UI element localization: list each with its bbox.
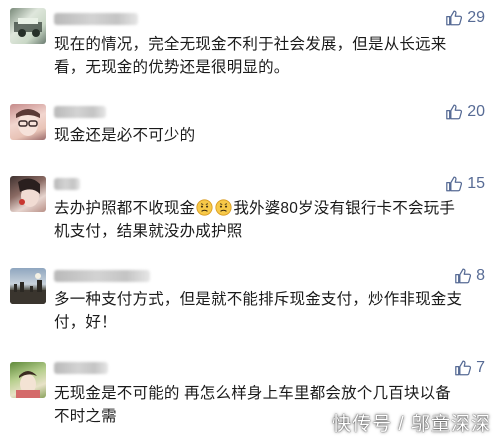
comment-text-line: 机支付，结果就没办成护照 xyxy=(54,223,243,240)
username-redacted[interactable] xyxy=(54,270,150,282)
thumbs-up-icon[interactable] xyxy=(445,103,463,121)
username-redacted[interactable] xyxy=(54,178,80,190)
like-count-value: 8 xyxy=(476,267,485,284)
comment-text-line: 付，好！ xyxy=(54,314,117,331)
username-redacted[interactable] xyxy=(54,362,108,374)
comment-text: 现金还是必不可少的 xyxy=(54,124,484,147)
watermark: 快传号 / 邬童深深 xyxy=(306,409,491,436)
comment-text-segment: 我外婆80岁没有银行卡不会玩手 xyxy=(233,200,456,217)
avatar[interactable] xyxy=(10,176,46,212)
comment-item: 8 多一种支付方式，但是就不能排斥现金支付，炒作非现金支 付，好！ xyxy=(0,258,499,348)
like-count-value: 7 xyxy=(476,359,485,376)
comment-text: 现在的情况，完全无现金不利于社会发展，但是从长远来 看，无现金的优势还是很明显的… xyxy=(54,33,484,79)
worried-face-emoji xyxy=(196,199,213,216)
thumbs-up-icon[interactable] xyxy=(454,267,472,285)
comment-text: 去办护照都不收现金 我外婆80岁没有银行卡不会玩手 机支付，结果就没办成护照 xyxy=(54,197,484,243)
username-redacted[interactable] xyxy=(54,13,138,25)
avatar-image xyxy=(14,18,42,37)
like-count[interactable]: 29 xyxy=(445,9,485,27)
username-redacted[interactable] xyxy=(54,106,106,118)
comment-text-line: 现金还是必不可少的 xyxy=(54,127,196,144)
avatar[interactable] xyxy=(10,362,46,398)
watermark-text: 快传号 / 邬童深深 xyxy=(332,414,491,435)
comment-item: 20 现金还是必不可少的 xyxy=(0,96,499,162)
avatar[interactable] xyxy=(10,104,46,140)
comment-text: 多一种支付方式，但是就不能排斥现金支付，炒作非现金支 付，好！ xyxy=(54,288,484,334)
avatar-image xyxy=(16,371,40,398)
like-count[interactable]: 8 xyxy=(454,267,485,285)
like-count[interactable]: 7 xyxy=(454,359,485,377)
avatar-image xyxy=(16,109,40,136)
comment-item: 29 现在的情况，完全无现金不利于社会发展，但是从长远来 看，无现金的优势还是很… xyxy=(0,0,499,90)
avatar[interactable] xyxy=(10,8,46,44)
comment-text-line: 无现金是不可能的 再怎么样身上车里都会放个几百块以备 xyxy=(54,385,452,402)
comment-text-segment: 去办护照都不收现金 xyxy=(54,200,196,217)
like-count-value: 29 xyxy=(467,9,485,26)
comment-text-line: 多一种支付方式，但是就不能排斥现金支付，炒作非现金支 xyxy=(54,291,463,308)
comment-text-line: 去办护照都不收现金 我外婆80岁没有银行卡不会玩手 xyxy=(54,197,484,220)
comment-item: 15 去办护照都不收现金 我外婆80岁没有银行卡不会玩手 机支付，结果就没办成护照 xyxy=(0,166,499,256)
worried-face-emoji xyxy=(215,199,232,216)
like-count-value: 20 xyxy=(467,103,485,120)
thumbs-up-icon[interactable] xyxy=(445,9,463,27)
thumbs-up-icon[interactable] xyxy=(454,359,472,377)
avatar-image xyxy=(10,273,46,304)
kuaichuan-logo-icon xyxy=(307,412,328,433)
avatar[interactable] xyxy=(10,268,46,304)
comment-text-line: 看，无现金的优势还是很明显的。 xyxy=(54,59,290,76)
comment-text-line: 现在的情况，完全无现金不利于社会发展，但是从长远来 xyxy=(54,36,447,53)
like-count[interactable]: 20 xyxy=(445,103,485,121)
like-count[interactable]: 15 xyxy=(445,175,485,193)
like-count-value: 15 xyxy=(467,175,485,192)
avatar-image xyxy=(18,178,40,207)
thumbs-up-icon[interactable] xyxy=(445,175,463,193)
